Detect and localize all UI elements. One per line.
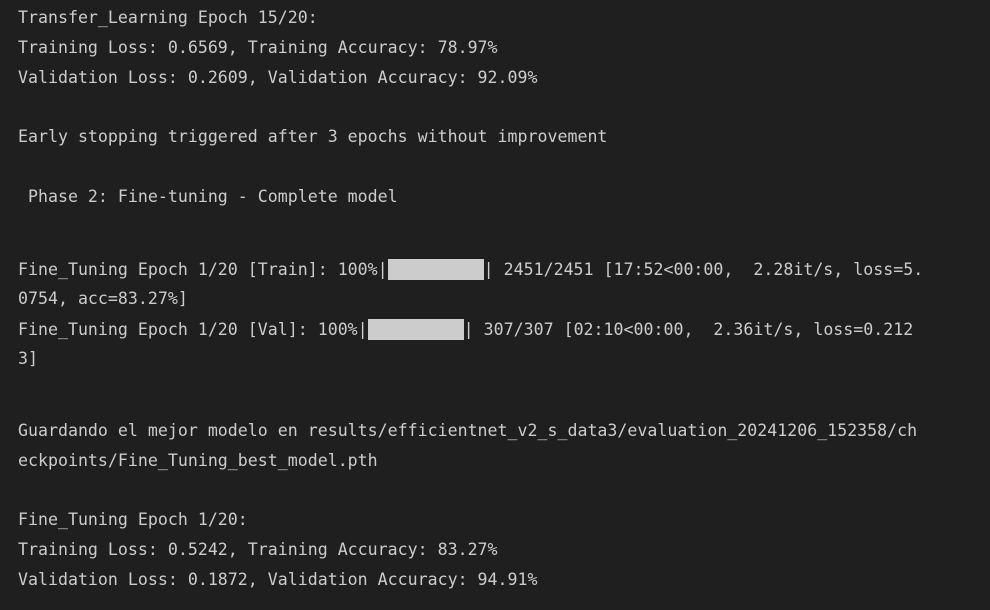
ft-val-progress-bar (367, 319, 464, 340)
ft-val-progress-prefix: Fine_Tuning Epoch 1/20 [Val]: 100%| (18, 320, 368, 339)
terminal-output: Transfer_Learning Epoch 15/20: Training … (0, 0, 990, 610)
ft-train-progress-bar (387, 259, 484, 280)
ft-val-metrics: Validation Loss: 0.1872, Validation Accu… (18, 570, 538, 589)
tl-epoch-header: Transfer_Learning Epoch 15/20: (18, 8, 318, 27)
ft-train-progress-line: Fine_Tuning Epoch 1/20 [Train]: 100%| | 2… (18, 259, 924, 280)
tl-val-metrics: Validation Loss: 0.2609, Validation Accu… (18, 68, 538, 87)
ft-train-progress-suffix: | 2451/2451 [17:52<00:00, 2.28it/s, loss… (483, 260, 924, 279)
save-model-line-1: Guardando el mejor modelo en results/eff… (18, 421, 918, 440)
ft-train-metrics: Training Loss: 0.5242, Training Accuracy… (18, 540, 498, 559)
ft-epoch-header: Fine_Tuning Epoch 1/20: (18, 510, 248, 529)
early-stopping-message: Early stopping triggered after 3 epochs … (18, 127, 608, 146)
ft-train-progress-wrap: 0754, acc=83.27%] (18, 289, 188, 308)
ft-val-progress-suffix: | 307/307 [02:10<00:00, 2.36it/s, loss=0… (463, 320, 914, 339)
ft-val-progress-wrap: 3] (18, 349, 38, 368)
ft-val-progress-line: Fine_Tuning Epoch 1/20 [Val]: 100%| | 307… (18, 319, 914, 340)
tl-train-metrics: Training Loss: 0.6569, Training Accuracy… (18, 38, 498, 57)
ft-train-progress-prefix: Fine_Tuning Epoch 1/20 [Train]: 100%| (18, 260, 388, 279)
save-model-line-2: eckpoints/Fine_Tuning_best_model.pth (18, 451, 378, 470)
phase2-header: Phase 2: Fine-tuning - Complete model (18, 187, 398, 206)
